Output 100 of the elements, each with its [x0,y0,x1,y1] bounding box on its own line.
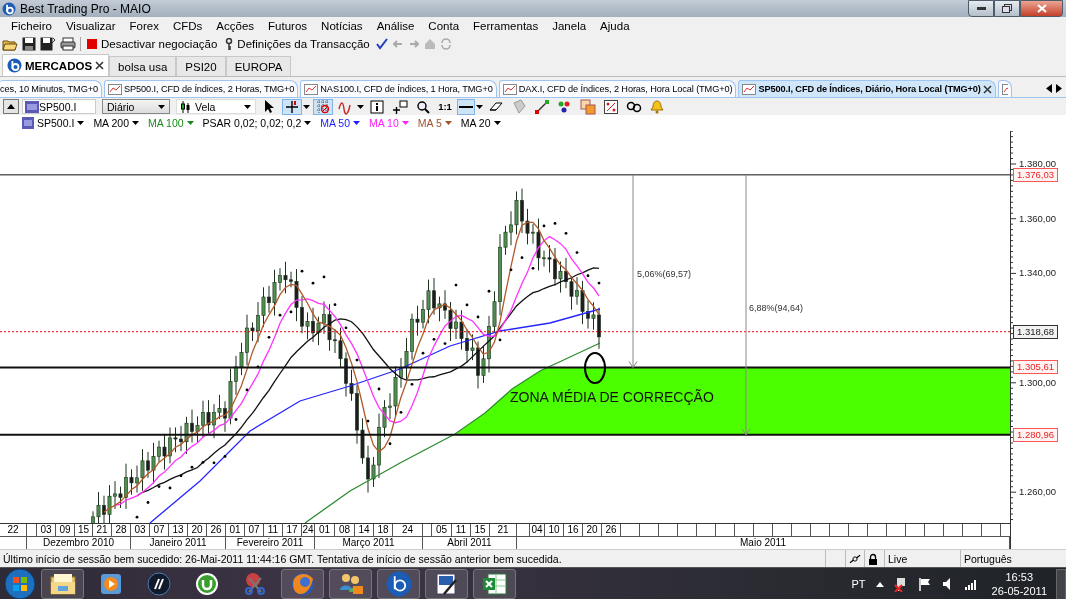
tool-button[interactable] [282,98,302,115]
stop-icon [87,39,97,49]
chart-type-dropdown[interactable]: Vela [176,99,256,114]
clock-time[interactable]: 16:53 [1005,570,1034,584]
scroll-right-icon[interactable] [1056,84,1062,93]
maximize-button[interactable] [994,0,1020,17]
date-label: 11 [264,524,283,536]
close-icon[interactable] [95,61,105,70]
date-label: 01 [315,524,335,536]
folder-icon[interactable] [49,573,76,595]
period-dropdown[interactable]: Diário [102,99,170,114]
menu-item[interactable]: Ferramentas [466,20,546,32]
close-icon[interactable] [982,84,992,94]
print-icon[interactable] [60,37,76,51]
chart-tab[interactable]: DAX.I, CFD de Índices, 2 Horas, Hora Local (TMG+0) [498,80,737,97]
power-icon[interactable] [893,576,908,592]
symbol-field[interactable]: SP500.I [22,99,96,114]
zone-label: ZONA MÉDIA DE CORRECÇÃO [510,389,714,405]
close-button[interactable] [1020,0,1063,17]
tool-button[interactable] [601,98,621,115]
menu-item[interactable]: Análise [369,20,422,32]
date-label: 05 [432,524,452,536]
media-player-icon[interactable] [98,572,123,596]
menu-item[interactable]: Ficheiro [4,20,59,32]
picture-edit-icon[interactable] [433,572,460,596]
workspace-tab[interactable]: bolsa usa [109,56,177,76]
menu-item[interactable]: Notícias [314,20,370,32]
caret-icon[interactable] [875,581,884,587]
indicator-label[interactable]: SP500.I [37,117,75,129]
date-label: 13 [169,524,188,536]
indicator-label[interactable]: MA 200 [93,117,129,129]
collapse-button[interactable] [3,99,19,114]
workspace-tab[interactable]: EUROPA [225,56,292,76]
measure-arrow[interactable] [741,174,751,436]
menu-item[interactable]: Visualizar [58,20,123,32]
workspace-tab[interactable]: MERCADOS [2,54,110,76]
tool-button[interactable] [367,98,387,115]
caret-icon[interactable] [357,104,364,109]
indicator-label[interactable]: PSAR 0,02; 0,02; 0,2 [202,117,302,129]
tool-button[interactable] [457,98,475,115]
circle-logo-icon[interactable] [146,572,171,596]
key-icon [225,38,234,50]
circle-mark[interactable] [584,352,606,384]
menu-item[interactable]: Conta [421,20,467,32]
caret-icon[interactable] [353,121,361,125]
menu-item[interactable]: Forex [122,20,166,32]
flag-icon[interactable] [917,577,932,591]
spreadsheet-icon[interactable] [481,572,508,596]
caret-icon[interactable] [304,121,312,125]
chart-tab[interactable]: ces, 10 Minutos, TMG+0 [0,80,102,97]
start-button[interactable] [4,568,36,599]
indicator-label[interactable]: MA 5 [417,117,442,129]
circle-logo-icon[interactable] [194,572,219,596]
trade-settings-button[interactable]: Definições da Transacção [223,38,372,50]
caret-icon[interactable] [77,121,85,125]
scissors-icon[interactable] [242,572,267,596]
logo-icon[interactable] [385,571,412,597]
menu-item[interactable]: CFDs [165,20,210,32]
chart-tab[interactable]: SP500.I, CFD de Índices, 2 Horas, TMG+0 [104,80,299,97]
mode-label: Live [888,552,908,565]
actual-size-button[interactable]: 1:1 [436,98,454,115]
minimize-button[interactable] [968,0,994,17]
caret-icon[interactable] [476,104,483,109]
clock-date[interactable]: 26-05-2011 [991,584,1047,598]
menu-item[interactable]: Ajuda [593,20,637,32]
open-folder-icon[interactable] [2,37,18,51]
chart-tab[interactable]: SP500.I, CFD de Índices, Diário, Hora Local (TMG+0) [738,80,996,97]
signal-icon[interactable] [963,578,978,590]
tool-button[interactable] [390,98,410,115]
save-icon[interactable] [22,37,36,51]
show-desktop-button[interactable] [1056,568,1066,599]
check-icon[interactable] [375,38,388,50]
measurement-label: 5,06%(69,57) [637,269,692,279]
menu-item[interactable]: Futuros [261,20,315,32]
price-level-line[interactable] [0,433,1010,436]
keyboard-language[interactable]: PT [851,578,866,590]
menu-item[interactable]: Janela [545,20,594,32]
price-level-line[interactable] [0,366,1010,369]
caret-icon[interactable] [132,121,139,125]
date-label: 21 [93,524,112,536]
indicator-label[interactable]: MA 100 [148,117,184,129]
caret-icon[interactable] [493,121,501,125]
scroll-left-icon[interactable] [1046,84,1052,93]
save-as-icon[interactable] [40,37,56,51]
date-label: 24 [302,524,315,536]
disable-trading-button[interactable]: Desactivar negociação [85,38,220,50]
menu-item[interactable]: Acções [209,20,262,32]
language-label: Português [964,552,1012,565]
workspace-tab[interactable]: PSI20 [176,56,226,76]
chart-tab[interactable]: NAS100.I, CFD de Índices, 1 Hora, TMG+0 [300,80,497,97]
axis-label: 1.360,00 [1019,212,1056,224]
globe-icon[interactable] [289,571,316,597]
measure-arrow[interactable] [628,174,638,368]
caret-icon[interactable] [303,104,310,109]
indicator-label[interactable]: MA 20 [460,117,491,129]
caret-icon[interactable] [244,104,251,109]
people-icon[interactable] [337,572,364,596]
diagonal-arrow-icon [534,98,550,115]
indicator-label[interactable]: MA 50 [320,117,351,129]
caret-icon[interactable] [158,104,165,109]
